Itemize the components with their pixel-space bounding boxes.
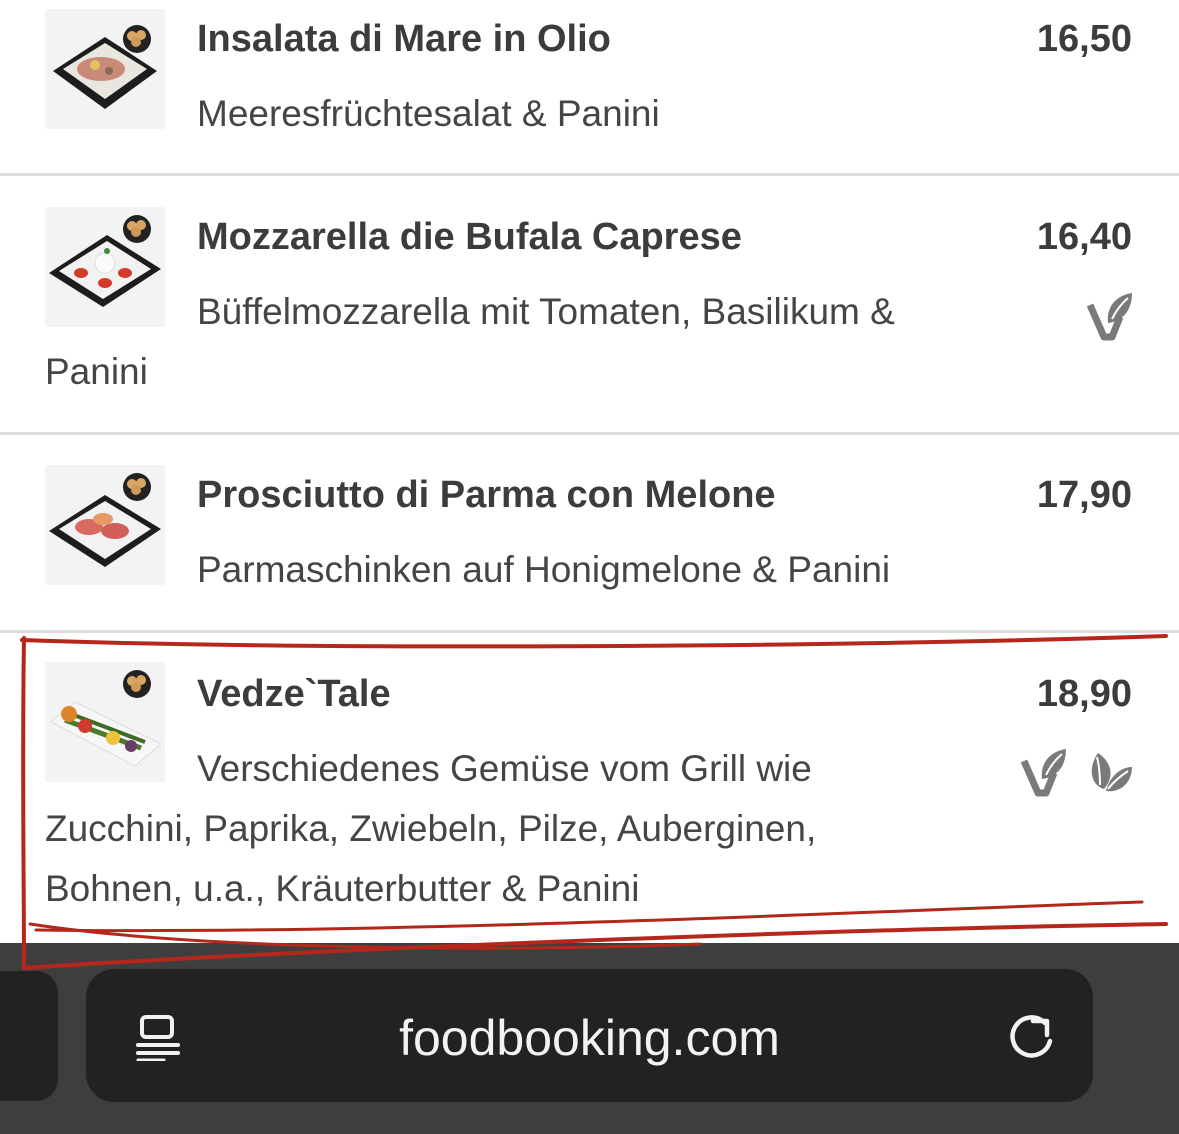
description-line: Zucchini, Paprika, Zwiebeln, Pilze, Aube… <box>45 808 817 849</box>
prosciutto-melon-photo <box>45 465 165 585</box>
vegan-icon <box>1091 753 1132 792</box>
item-title: Mozzarella die Bufala Caprese <box>197 216 742 258</box>
item-title: Prosciutto di Parma con Melone <box>197 474 776 516</box>
address-bar[interactable]: foodbooking.com <box>86 969 1093 1102</box>
menu-item[interactable]: Vedze`Tale 18,90 Verschiedenes Gemüse vo… <box>0 633 1179 943</box>
diet-icons <box>1020 745 1134 797</box>
description-line: Büffelmozzarella mit Tomaten, Basilikum … <box>197 291 895 332</box>
item-price: 18,90 <box>1036 673 1132 715</box>
seafood-salad-photo <box>45 9 165 129</box>
url-text[interactable]: foodbooking.com <box>86 1009 1093 1067</box>
item-title: Vedze`Tale <box>197 673 391 715</box>
reload-icon[interactable] <box>1005 1011 1057 1063</box>
previous-tab-handle[interactable] <box>0 971 58 1101</box>
item-title: Insalata di Mare in Olio <box>197 18 611 60</box>
description-line: Verschiedenes Gemüse vom Grill wie <box>197 748 812 789</box>
description-line: Bohnen, u.a., Kräuterbutter & Panini <box>45 868 640 909</box>
item-price: 16,50 <box>1036 18 1132 60</box>
description-line: Meeresfrüchtesalat & Panini <box>197 93 660 134</box>
menu-item[interactable]: Mozzarella die Bufala Caprese 16,40 Büff… <box>0 176 1179 435</box>
browser-toolbar: foodbooking.com <box>0 943 1179 1134</box>
description-line: Parmaschinken auf Honigmelone & Panini <box>197 549 891 590</box>
item-description: Parmaschinken auf Honigmelone & Panini <box>197 540 890 600</box>
menu-item[interactable]: Prosciutto di Parma con Melone 17,90 Par… <box>0 434 1179 633</box>
item-description: Verschiedenes Gemüse vom Grill wie Zucch… <box>45 739 816 919</box>
diet-icons <box>1086 289 1134 341</box>
menu-item[interactable]: Insalata di Mare in Olio 16,50 Meeresfrü… <box>0 0 1179 176</box>
item-price: 16,40 <box>1036 216 1132 258</box>
description-line: Panini <box>45 351 148 392</box>
vegetarian-icon <box>1086 293 1132 341</box>
item-price: 17,90 <box>1036 474 1132 516</box>
item-description: Büffelmozzarella mit Tomaten, Basilikum … <box>45 282 895 402</box>
item-description: Meeresfrüchtesalat & Panini <box>197 84 660 144</box>
vegetarian-icon <box>1020 749 1066 797</box>
